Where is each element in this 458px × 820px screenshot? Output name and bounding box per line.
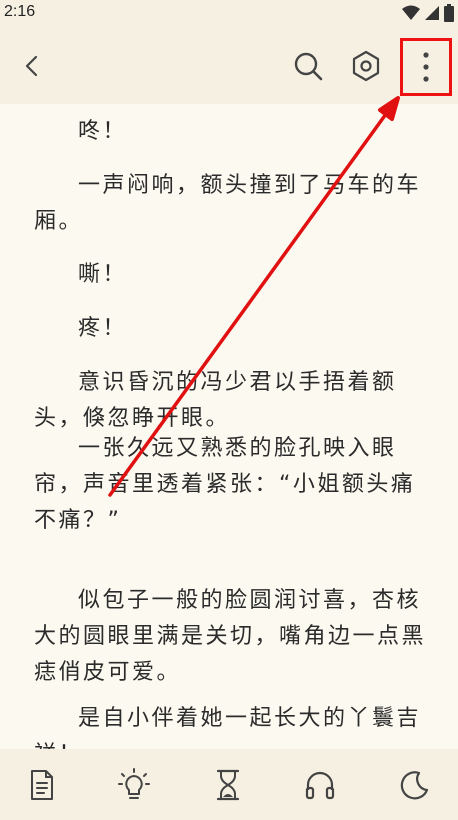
document-icon (31, 770, 53, 800)
more-vertical-icon (423, 52, 429, 82)
status-icons (402, 4, 454, 22)
bulb-icon (118, 768, 150, 799)
paragraph: 咚！ (78, 119, 128, 144)
night-mode-button[interactable] (394, 765, 434, 805)
paragraph: 是自小伴着她一起长大的丫鬟吉祥！ (34, 706, 422, 749)
search-button[interactable] (288, 46, 328, 86)
status-bar: 2:16 (0, 0, 458, 26)
catalog-button[interactable] (22, 765, 62, 805)
back-button[interactable] (14, 48, 50, 84)
listen-button[interactable] (300, 765, 340, 805)
brightness-button[interactable] (114, 765, 154, 805)
paragraph: 一声闷响，额头撞到了马车的车厢。 (34, 173, 422, 234)
wifi-icon (402, 5, 420, 20)
top-toolbar (0, 26, 458, 104)
back-arrow-icon (25, 55, 38, 77)
moon-icon (400, 771, 429, 800)
paragraph: 一张久远又熟悉的脸孔映入眼帘，声音里透着紧张：“小姐额头痛不痛？” (34, 436, 416, 533)
paragraph: 意识昏沉的冯少君以手捂着额头，倏忽睁开眼。 (34, 370, 397, 431)
hourglass-icon (216, 769, 240, 801)
search-icon (294, 52, 323, 81)
signal-icon (425, 6, 439, 20)
paragraph: 疼！ (78, 316, 128, 341)
bottom-toolbar (0, 749, 458, 820)
settings-hexagon-icon (352, 50, 380, 82)
more-options-button[interactable] (400, 38, 452, 96)
battery-icon (444, 4, 454, 22)
status-time: 2:16 (4, 3, 36, 20)
headphones-icon (305, 771, 335, 800)
settings-button[interactable] (346, 46, 386, 86)
reading-content[interactable]: 咚！ 一声闷响，额头撞到了马车的车厢。 嘶！ 疼！ 意识昏沉的冯少君以手捂着额头… (0, 104, 458, 749)
paragraph: 似包子一般的脸圆润讨喜，杏核大的圆眼里满是关切，嘴角边一点黑痣俏皮可爱。 (34, 588, 427, 685)
paragraph: 嘶！ (78, 262, 128, 287)
timer-button[interactable] (208, 765, 248, 805)
